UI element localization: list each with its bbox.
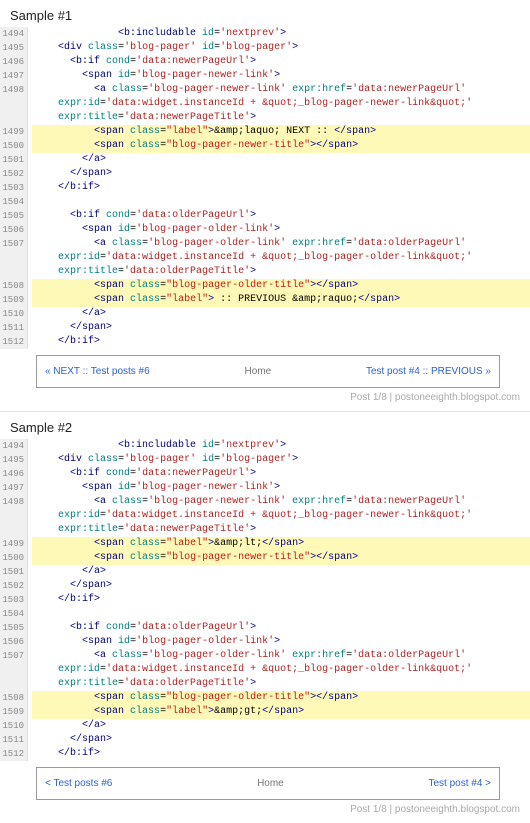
code-line[interactable]: <b:if cond='data:newerPageUrl'> bbox=[32, 55, 530, 69]
code-line[interactable] bbox=[32, 195, 530, 209]
newer-link[interactable]: < Test posts #6 bbox=[45, 778, 112, 789]
code-line[interactable]: <div class='blog-pager' id='blog-pager'> bbox=[32, 41, 530, 55]
code-line[interactable]: <b:if cond='data:olderPageUrl'> bbox=[32, 209, 530, 223]
older-link[interactable]: Test post #4 > bbox=[428, 778, 491, 789]
code-line[interactable]: <span id='blog-pager-newer-link'> bbox=[32, 69, 530, 83]
code-line[interactable]: <span class="label">&amp;lt;</span> bbox=[32, 537, 530, 551]
code-line[interactable]: <span id='blog-pager-older-link'> bbox=[32, 635, 530, 649]
code-line[interactable]: expr:title='data:newerPageTitle'> bbox=[32, 111, 530, 125]
pager-preview: < Test posts #6 Home Test post #4 > bbox=[36, 767, 500, 800]
code-line[interactable]: </span> bbox=[32, 579, 530, 593]
code-line[interactable]: </span> bbox=[32, 167, 530, 181]
sample-heading: Sample #2 bbox=[0, 412, 530, 439]
code-line[interactable]: </a> bbox=[32, 719, 530, 733]
code-line[interactable]: <a class='blog-pager-newer-link' expr:hr… bbox=[32, 83, 530, 97]
code-line[interactable]: expr:id='data:widget.instanceId + &quot;… bbox=[32, 251, 530, 265]
line-number-gutter: 1494149514961497149814991500150115021503… bbox=[0, 439, 28, 761]
code-line[interactable]: <span class="blog-pager-newer-title"></s… bbox=[32, 551, 530, 565]
older-link[interactable]: Test post #4 :: PREVIOUS » bbox=[366, 366, 491, 377]
code-line[interactable]: </b:if> bbox=[32, 747, 530, 761]
code-line[interactable]: </a> bbox=[32, 565, 530, 579]
code-line[interactable]: <span class="blog-pager-older-title"></s… bbox=[32, 691, 530, 705]
code-line[interactable]: </a> bbox=[32, 307, 530, 321]
code-line[interactable]: <span id='blog-pager-newer-link'> bbox=[32, 481, 530, 495]
code-line[interactable]: <b:if cond='data:olderPageUrl'> bbox=[32, 621, 530, 635]
code-line[interactable]: expr:id='data:widget.instanceId + &quot;… bbox=[32, 509, 530, 523]
code-line[interactable]: <a class='blog-pager-older-link' expr:hr… bbox=[32, 237, 530, 251]
code-editor[interactable]: 1494149514961497149814991500150115021503… bbox=[0, 27, 530, 349]
code-line[interactable]: <span class="blog-pager-newer-title"></s… bbox=[32, 139, 530, 153]
code-editor[interactable]: 1494149514961497149814991500150115021503… bbox=[0, 439, 530, 761]
code-line[interactable]: <span class="label">&amp;laquo; NEXT :: … bbox=[32, 125, 530, 139]
caption: Post 1/8 | postoneeighth.blogspot.com bbox=[0, 390, 530, 411]
sample-heading: Sample #1 bbox=[0, 0, 530, 27]
code-line[interactable]: <span class="label"> :: PREVIOUS &amp;ra… bbox=[32, 293, 530, 307]
newer-link[interactable]: « NEXT :: Test posts #6 bbox=[45, 366, 150, 377]
code-line[interactable]: </b:if> bbox=[32, 593, 530, 607]
code-line[interactable]: <b:includable id='nextprev'> bbox=[32, 439, 530, 453]
code-line[interactable]: expr:id='data:widget.instanceId + &quot;… bbox=[32, 663, 530, 677]
code-line[interactable]: </b:if> bbox=[32, 335, 530, 349]
pager-preview: « NEXT :: Test posts #6 Home Test post #4 … bbox=[36, 355, 500, 388]
code-line[interactable]: </span> bbox=[32, 321, 530, 335]
code-line[interactable]: <div class='blog-pager' id='blog-pager'> bbox=[32, 453, 530, 467]
code-line[interactable]: expr:id='data:widget.instanceId + &quot;… bbox=[32, 97, 530, 111]
code-line[interactable]: <b:includable id='nextprev'> bbox=[32, 27, 530, 41]
code-line[interactable]: <b:if cond='data:newerPageUrl'> bbox=[32, 467, 530, 481]
code-line[interactable]: expr:title='data:olderPageTitle'> bbox=[32, 265, 530, 279]
code-line[interactable]: <span class="blog-pager-older-title"></s… bbox=[32, 279, 530, 293]
code-line[interactable]: <span class="label">&amp;gt;</span> bbox=[32, 705, 530, 719]
code-line[interactable]: <a class='blog-pager-newer-link' expr:hr… bbox=[32, 495, 530, 509]
home-link[interactable]: Home bbox=[244, 366, 271, 377]
code-line[interactable]: expr:title='data:olderPageTitle'> bbox=[32, 677, 530, 691]
caption: Post 1/8 | postoneeighth.blogspot.com bbox=[0, 802, 530, 823]
code-line[interactable]: </b:if> bbox=[32, 181, 530, 195]
code-line[interactable]: expr:title='data:newerPageTitle'> bbox=[32, 523, 530, 537]
code-line[interactable]: <span id='blog-pager-older-link'> bbox=[32, 223, 530, 237]
line-number-gutter: 1494149514961497149814991500150115021503… bbox=[0, 27, 28, 349]
code-line[interactable] bbox=[32, 607, 530, 621]
code-line[interactable]: <a class='blog-pager-older-link' expr:hr… bbox=[32, 649, 530, 663]
home-link[interactable]: Home bbox=[257, 778, 284, 789]
code-line[interactable]: </a> bbox=[32, 153, 530, 167]
code-line[interactable]: </span> bbox=[32, 733, 530, 747]
